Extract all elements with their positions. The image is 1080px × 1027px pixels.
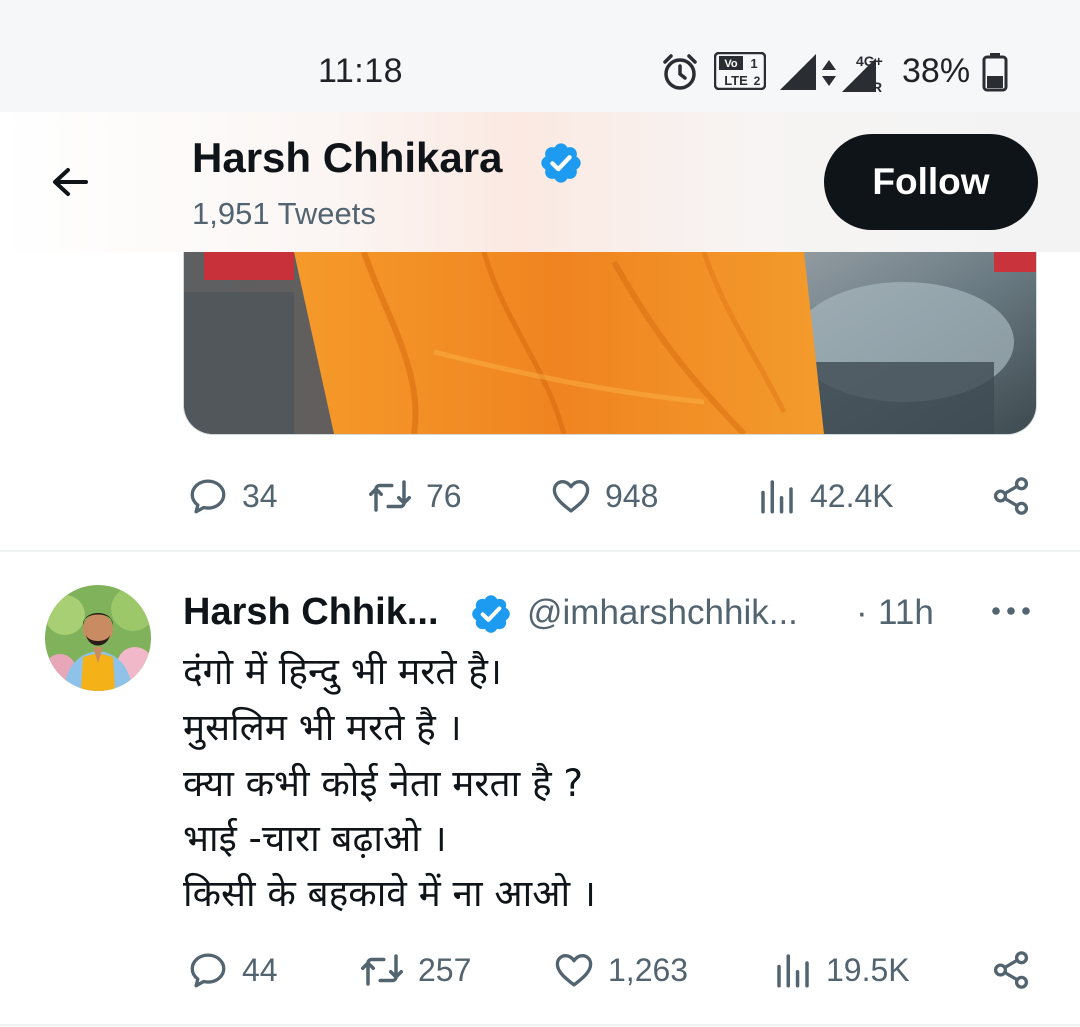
volte-icon: Vo 1 LTE 2 bbox=[714, 52, 766, 90]
tweet-time[interactable]: 11h bbox=[878, 593, 934, 633]
retweet-action[interactable]: 76 bbox=[366, 474, 462, 518]
battery-icon bbox=[982, 53, 1008, 92]
avatar-image bbox=[45, 585, 151, 691]
reply-action[interactable]: 34 bbox=[186, 474, 278, 518]
meta-separator: · bbox=[856, 593, 868, 632]
author-name[interactable]: Harsh Chhik... bbox=[183, 591, 439, 634]
tweet-count: 1,951 Tweets bbox=[192, 196, 376, 231]
views-chart-icon bbox=[761, 480, 793, 514]
avatar[interactable] bbox=[45, 585, 151, 691]
status-time: 11:18 bbox=[318, 52, 404, 90]
4g-signal-icon: 4G+ R bbox=[842, 53, 883, 94]
follow-button[interactable]: Follow bbox=[824, 134, 1038, 230]
svg-text:4G+: 4G+ bbox=[856, 53, 883, 69]
more-options-icon[interactable] bbox=[990, 602, 1032, 620]
media-photo bbox=[184, 252, 1036, 434]
retweet-count: 257 bbox=[418, 951, 472, 988]
views-chart-icon bbox=[777, 954, 809, 988]
reply-count: 34 bbox=[242, 477, 278, 514]
tweet-text-line: मुसलिम भी मरते है । bbox=[183, 706, 462, 749]
svg-text:1: 1 bbox=[750, 56, 757, 71]
svg-text:LTE: LTE bbox=[724, 73, 748, 88]
alarm-icon bbox=[663, 54, 697, 90]
like-count: 1,263 bbox=[608, 951, 689, 988]
verified-badge-icon[interactable] bbox=[538, 140, 584, 186]
tweet-media-image[interactable] bbox=[183, 252, 1037, 435]
reply-action[interactable]: 44 bbox=[186, 948, 278, 992]
reply-count: 44 bbox=[242, 951, 278, 988]
views-action[interactable]: 42.4K bbox=[756, 474, 894, 518]
retweet-action[interactable]: 257 bbox=[358, 948, 471, 992]
like-action[interactable]: 948 bbox=[549, 474, 658, 518]
battery-percent: 38% bbox=[902, 52, 971, 90]
views-count: 19.5K bbox=[826, 951, 910, 988]
signal-icon bbox=[780, 54, 816, 90]
heart-icon bbox=[555, 953, 593, 987]
tweet-divider bbox=[0, 1024, 1080, 1026]
retweet-count: 76 bbox=[426, 477, 462, 514]
share-icon[interactable] bbox=[990, 948, 1032, 992]
reply-icon bbox=[190, 953, 226, 988]
verified-badge-icon[interactable] bbox=[469, 592, 513, 636]
author-handle[interactable]: @imharshchhik... bbox=[527, 593, 798, 633]
svg-text:2: 2 bbox=[754, 74, 761, 88]
like-action[interactable]: 1,263 bbox=[552, 948, 688, 992]
tweet-text-line: भाई -चारा बढ़ाओ । bbox=[183, 817, 447, 860]
svg-text:R: R bbox=[872, 79, 882, 94]
share-icon[interactable] bbox=[990, 474, 1032, 518]
data-arrows-icon bbox=[822, 60, 836, 86]
tweet-divider bbox=[0, 550, 1080, 552]
reply-icon bbox=[190, 479, 226, 514]
retweet-icon bbox=[361, 954, 403, 986]
tweet-text-line: क्या कभी कोई नेता मरता है ? bbox=[183, 762, 584, 805]
like-count: 948 bbox=[605, 477, 659, 514]
views-action[interactable]: 19.5K bbox=[772, 948, 910, 992]
tweet-text-line: किसी के बहकावे में ना आओ । bbox=[183, 872, 596, 915]
views-count: 42.4K bbox=[810, 477, 894, 514]
svg-text:Vo: Vo bbox=[724, 58, 738, 70]
back-arrow-icon[interactable] bbox=[46, 160, 94, 208]
profile-name: Harsh Chhikara bbox=[192, 134, 503, 181]
retweet-icon bbox=[369, 480, 411, 512]
heart-icon bbox=[552, 479, 590, 513]
tweet-text-line: दंगो में हिन्दु भी मरते है। bbox=[183, 650, 502, 693]
